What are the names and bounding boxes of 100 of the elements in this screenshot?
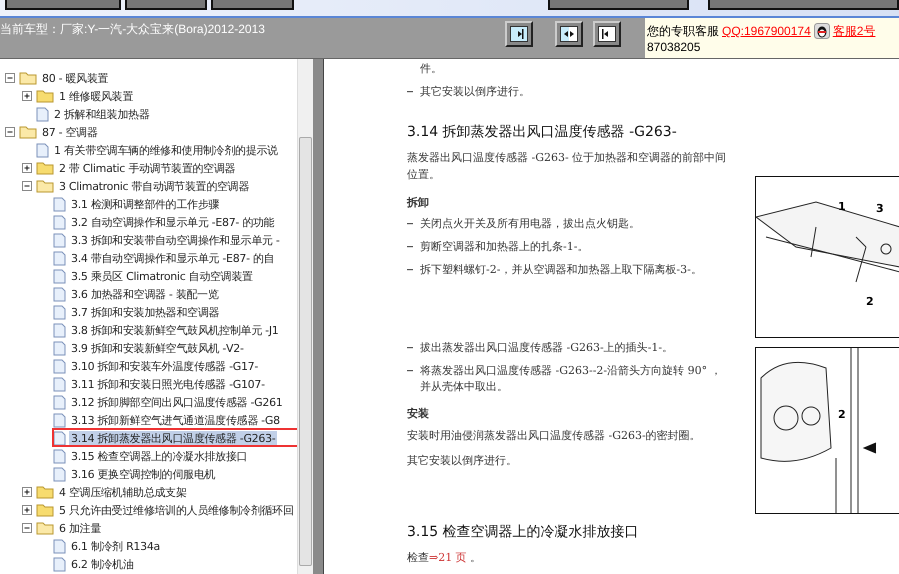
document-icon: [53, 358, 66, 374]
tree-item[interactable]: 3.16 更换空调控制的伺服电机: [69, 466, 218, 482]
tree-item[interactable]: 3.14 拆卸蒸发器出风口温度传感器 -G263-: [69, 430, 278, 446]
expand-icon[interactable]: [22, 505, 32, 515]
tree-item[interactable]: 6.2 制冷机油: [69, 556, 136, 572]
tree-item[interactable]: 3.3 拆卸和安装带自动空调操作和显示单元 -: [69, 232, 282, 248]
penguin-icon: [814, 23, 830, 39]
tree-item[interactable]: 2 带 Climatic 手动调节装置的空调器: [57, 160, 238, 176]
tree-item[interactable]: 87 - 空调器: [40, 124, 100, 140]
technical-drawing: 2: [755, 347, 899, 514]
tree-item[interactable]: 3.7 拆卸和安装加热器和空调器: [69, 304, 222, 320]
tree-item[interactable]: 3.13 拆卸新鲜空气进气通道温度传感器 -G8: [69, 412, 282, 428]
list-item: 剪断空调器和加热器上的扎条-1-。: [420, 239, 588, 255]
document-icon: [53, 232, 66, 248]
folder-icon: [36, 521, 54, 535]
folder-icon: [36, 503, 54, 517]
tree-item[interactable]: 3.4 带自动空调操作和显示单元 -E87- 的自: [69, 250, 276, 266]
tree-item[interactable]: 3.9 拆卸和安装新鲜空气鼓风机 -V2-: [69, 340, 246, 356]
tree-item[interactable]: 3.1 检测和调整部件的工作步骤: [69, 196, 222, 212]
document-icon: [53, 340, 66, 356]
view-button[interactable]: [555, 21, 583, 47]
document-icon: [53, 214, 66, 230]
expand-icon[interactable]: [22, 487, 32, 497]
document-icon: [53, 412, 66, 428]
arrow-icon: [562, 29, 576, 39]
dash-icon: [407, 346, 413, 349]
document-icon: [53, 286, 66, 302]
dash-icon: [407, 246, 413, 248]
document-icon: [53, 394, 66, 410]
tree-item[interactable]: 5 只允许由受过维修培训的人员维修制冷剂循环回: [57, 502, 296, 518]
scrollbar[interactable]: [297, 59, 313, 574]
paragraph: 安装时用油侵润蒸发器出风口温度传感器 -G263-的密封圈。: [407, 428, 702, 444]
folder-icon: [36, 89, 54, 103]
dash-icon: [407, 223, 413, 225]
paragraph: 件。: [420, 61, 443, 76]
tree-item[interactable]: 1 维修暖风装置: [57, 88, 136, 104]
toolbar-button[interactable]: [211, 0, 294, 10]
dash-icon: [407, 370, 413, 372]
paragraph: 其它安装以倒序进行。: [407, 452, 518, 469]
dash-icon: [407, 91, 413, 93]
list-item: 拔出蒸发器出风口温度传感器 -G263-上的插头-1-。: [420, 340, 674, 356]
tree-item[interactable]: 3.2 自动空调操作和显示单元 -E87- 的功能: [69, 214, 276, 230]
document-icon: [53, 538, 66, 554]
folder-icon: [19, 125, 37, 139]
tree-item[interactable]: 1 有关带空调车辆的维修和使用制冷剂的提示说: [52, 142, 280, 158]
expand-icon[interactable]: [22, 163, 32, 173]
folder-icon: [19, 71, 37, 85]
technical-drawing: 1 3 2: [755, 176, 899, 338]
tree-item[interactable]: 3.12 拆卸脚部空间出风口温度传感器 -G261: [69, 394, 284, 410]
view-button[interactable]: [505, 21, 533, 47]
tree-item[interactable]: 3.10 拆卸和安装车外温度传感器 -G17-: [69, 358, 260, 374]
document-icon: [36, 106, 49, 122]
collapse-icon[interactable]: [5, 127, 15, 137]
tree-item[interactable]: 3.6 加热器和空调器 - 装配一览: [69, 286, 221, 302]
document-icon: [53, 268, 66, 284]
list-item: 拆下塑料螺钉-2-，并从空调器和加热器上取下隔离板-3-。: [420, 262, 702, 278]
agent-link[interactable]: 客服2号: [832, 23, 876, 39]
document-icon: [53, 376, 66, 392]
tree-item[interactable]: 4 空调压缩机辅助总成支架: [57, 484, 189, 500]
tree-item[interactable]: 3.11 拆卸和安装日照光电传感器 -G107-: [69, 376, 267, 392]
document-icon: [53, 466, 66, 482]
toolbar-button[interactable]: [5, 0, 120, 10]
tree-item[interactable]: 6.1 制冷剂 R134a: [69, 538, 162, 554]
subheading: 安装: [407, 406, 430, 421]
expand-icon[interactable]: [22, 91, 32, 101]
view-button[interactable]: [593, 21, 621, 47]
qq-link[interactable]: QQ:1967900174: [722, 23, 811, 39]
section-heading: 3.15 检查空调器上的冷凝水排放接口: [407, 523, 640, 541]
tree-item[interactable]: 3.5 乘员区 Climatronic 自动空调装置: [69, 268, 255, 284]
document-icon: [53, 322, 66, 338]
collapse-icon[interactable]: [22, 523, 32, 533]
folder-icon: [36, 179, 54, 193]
document-icon: [36, 142, 49, 158]
vehicle-label: 当前车型：厂家:Y-一汽-大众宝来(Bora)2012-2013: [0, 21, 266, 38]
section-heading: 3.14 拆卸蒸发器出风口温度传感器 -G263-: [407, 123, 678, 141]
folder-icon: [36, 485, 54, 499]
phone-number: 87038205: [647, 40, 700, 54]
tree-item[interactable]: 3.8 拆卸和安装新鲜空气鼓风机控制单元 -J1: [69, 322, 280, 338]
list-item: 将蒸发器出风口温度传感器 -G263--2-沿箭头方向旋转 90° ，并从壳体中取出。: [420, 362, 723, 395]
subheading: 拆卸: [407, 195, 430, 210]
toolbar-button[interactable]: [708, 0, 899, 10]
toolbar-button[interactable]: [548, 0, 689, 10]
paragraph: 蒸发器出风口温度传感器 -G263- 位于加热器和空调器的前部中间位置。: [407, 150, 728, 183]
tree-item[interactable]: 2 拆解和组装加热器: [52, 106, 152, 122]
document-icon: [53, 196, 66, 212]
list-item: 关闭点火开关及所有用电器，拔出点火钥匙。: [420, 216, 640, 232]
tree-item[interactable]: 3 Climatronic 带自动调节装置的空调器: [57, 178, 252, 194]
dash-icon: [407, 269, 413, 271]
tree-item[interactable]: 6 加注量: [57, 520, 103, 536]
collapse-icon[interactable]: [22, 181, 32, 191]
service-label: 您的专职客服: [647, 23, 719, 39]
document-icon: [53, 250, 66, 266]
folder-icon: [36, 161, 54, 175]
list-item: 其它安装以倒序进行。: [420, 84, 530, 100]
page-link[interactable]: ⇒21 页: [429, 551, 467, 564]
document-icon: [53, 556, 66, 572]
toolbar-button[interactable]: [124, 0, 208, 10]
tree-item[interactable]: 3.15 检查空调器上的冷凝水排放接口: [69, 448, 250, 464]
collapse-icon[interactable]: [5, 73, 15, 83]
tree-item[interactable]: 80 - 暖风装置: [40, 70, 110, 86]
